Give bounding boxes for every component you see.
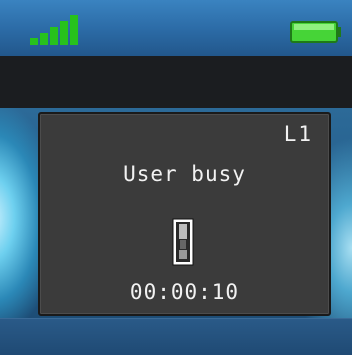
signal-strength-icon [30,15,78,45]
info-bar [0,56,352,109]
line-label: L1 [283,122,313,146]
call-status-dialog: L1 User busy 00:00:10 [38,112,331,316]
call-duration: 00:00:10 [129,280,240,304]
handset-icon [172,218,194,266]
battery-full-icon [290,21,341,43]
call-status-text: User busy [123,162,246,186]
status-bar [0,0,352,56]
softkey-bar [0,318,352,355]
